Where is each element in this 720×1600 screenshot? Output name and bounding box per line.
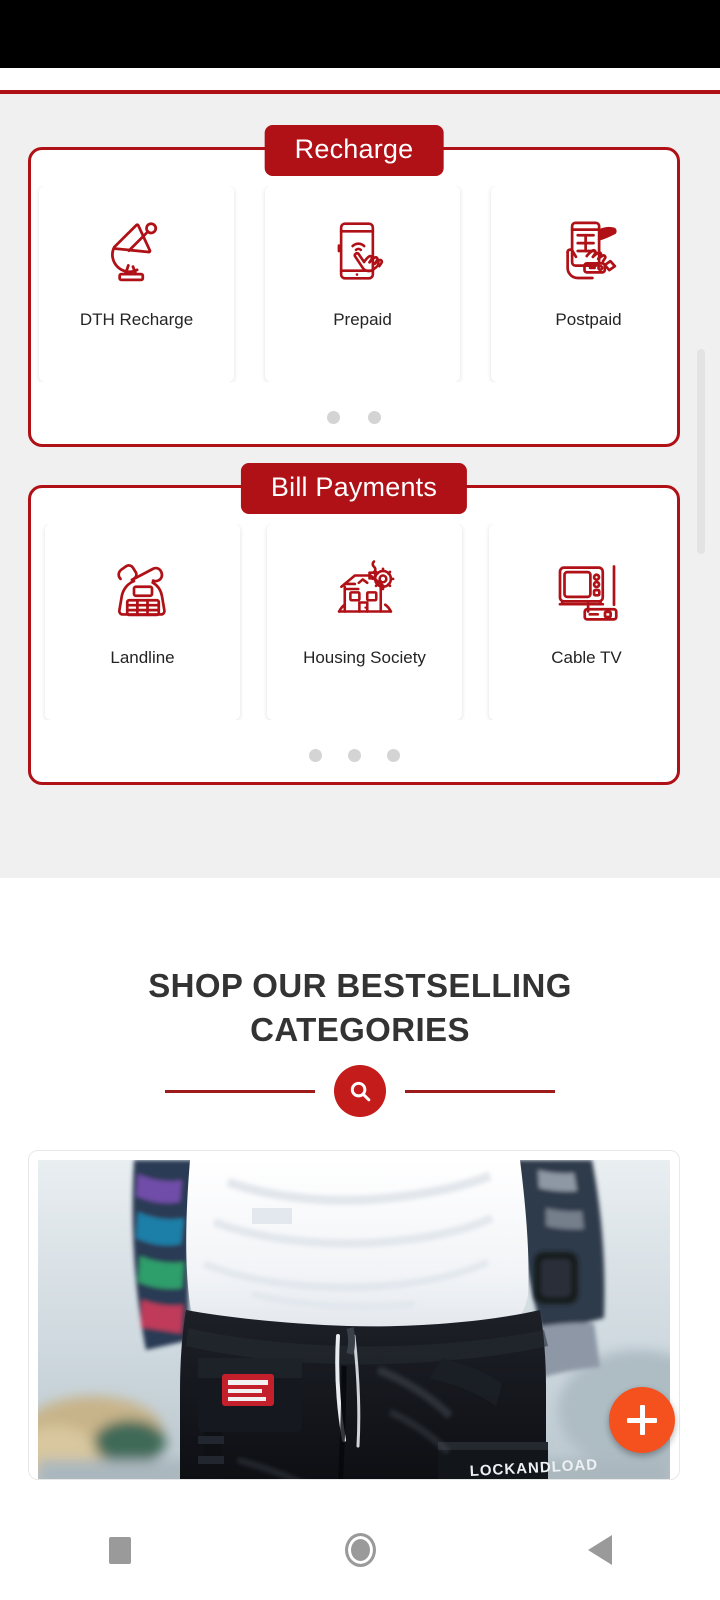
product-card[interactable]: LOCKANDLOAD (28, 1150, 680, 1480)
tile-label: Cable TV (551, 648, 622, 667)
carousel-dot[interactable] (308, 749, 322, 762)
tile-row-bill-payments[interactable]: Landline Housing Society Cable TV (31, 524, 677, 720)
landline-telephone-icon (104, 546, 182, 632)
carousel-dots-bill-payments[interactable] (31, 749, 677, 762)
services-region: Recharge DTH Recharge Prepaid Postpaid B… (0, 94, 720, 878)
heading-divider (0, 1065, 720, 1117)
square-icon (109, 1536, 131, 1564)
plus-icon (627, 1405, 657, 1435)
recents-button[interactable] (65, 1520, 175, 1580)
tile-label: Prepaid (333, 310, 392, 329)
page-title: SHOP OUR BESTSELLING CATEGORIES (0, 964, 720, 1051)
tile-dth-recharge[interactable]: DTH Recharge (39, 186, 234, 382)
panel-recharge: Recharge DTH Recharge Prepaid Postpaid (28, 125, 680, 447)
satellite-dish-icon (98, 208, 176, 294)
tile-landline[interactable]: Landline (45, 524, 240, 720)
vertical-scrollbar[interactable] (697, 349, 705, 554)
status-bar (0, 0, 720, 68)
tile-row-recharge[interactable]: DTH Recharge Prepaid Postpaid (31, 186, 677, 382)
panel-bill-payments: Bill Payments Landline Housing Society C… (28, 463, 680, 785)
circle-icon (344, 1533, 376, 1567)
panel-title-recharge: Recharge (264, 125, 444, 176)
tile-housing-society[interactable]: Housing Society (267, 524, 462, 720)
carousel-dots-recharge[interactable] (31, 411, 677, 424)
divider-line-right (405, 1089, 555, 1093)
panel-title-bill-payments: Bill Payments (240, 463, 468, 514)
carousel-dot[interactable] (386, 749, 400, 762)
app-bar-spacer (0, 68, 720, 90)
triangle-left-icon (588, 1535, 612, 1565)
television-settop-box-icon (548, 546, 626, 632)
android-navigation-bar (0, 1500, 720, 1600)
back-button[interactable] (545, 1520, 655, 1580)
phone-in-hand-keypad-icon (550, 208, 628, 294)
carousel-dot[interactable] (327, 411, 340, 424)
add-floating-action-button[interactable] (609, 1387, 675, 1453)
carousel-dot[interactable] (347, 749, 361, 762)
home-button[interactable] (305, 1520, 415, 1580)
divider-line-left (165, 1089, 315, 1093)
carousel-dot[interactable] (368, 411, 381, 424)
tile-label: DTH Recharge (79, 310, 194, 329)
page-title-line-1: SHOP OUR BESTSELLING (148, 967, 572, 1004)
search-icon[interactable] (334, 1065, 386, 1117)
tile-prepaid[interactable]: Prepaid (265, 186, 460, 382)
tile-label: Postpaid (555, 310, 622, 329)
tile-postpaid[interactable]: Postpaid (491, 186, 677, 382)
tile-label: Landline (110, 648, 175, 667)
page-title-line-2: CATEGORIES (250, 1010, 470, 1048)
tile-label: Housing Society (303, 648, 426, 667)
phone-tap-wifi-icon (324, 208, 402, 294)
product-image: LOCKANDLOAD (38, 1160, 670, 1479)
tile-cable-tv[interactable]: Cable TV (489, 524, 677, 720)
house-gear-icon (326, 546, 404, 632)
